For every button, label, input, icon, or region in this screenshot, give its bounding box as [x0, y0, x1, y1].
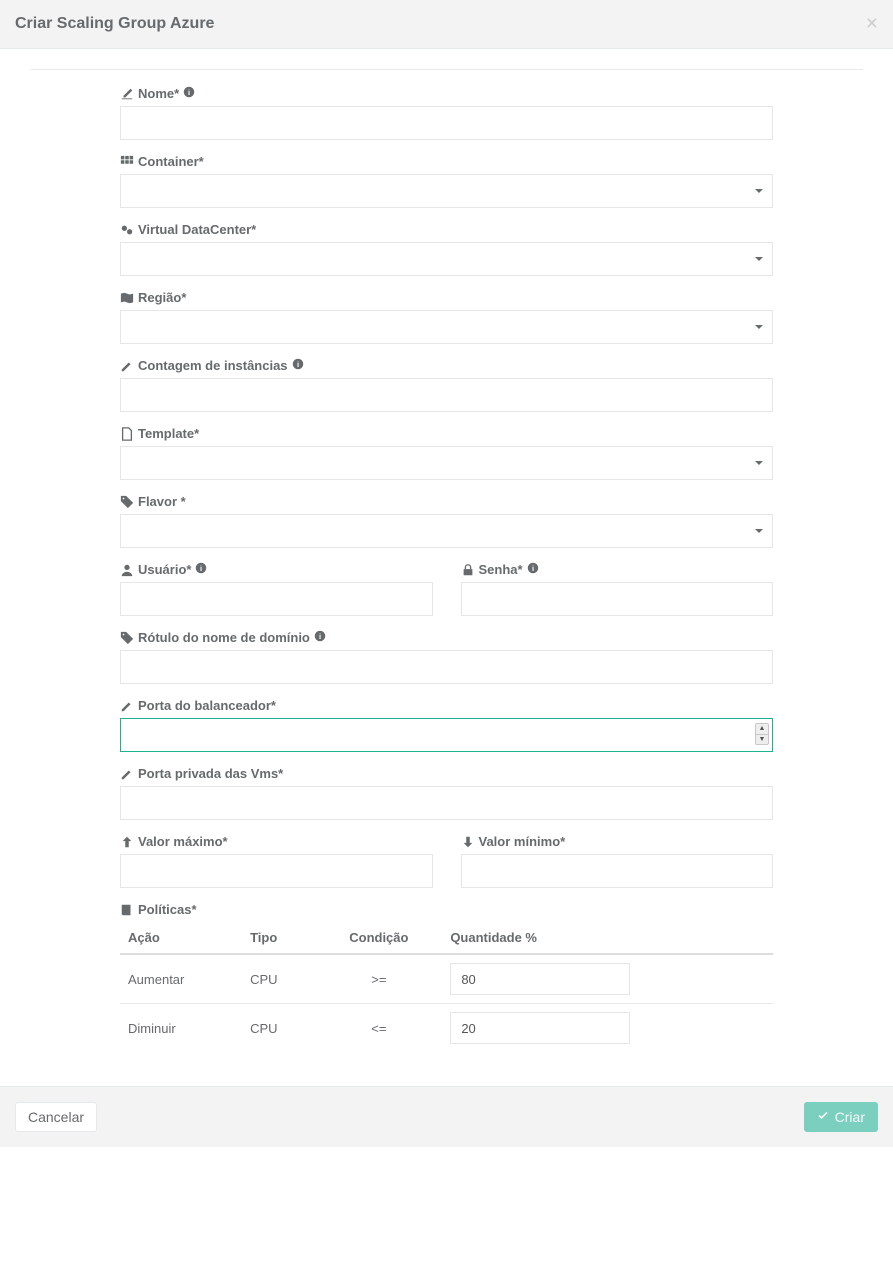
vmport-input[interactable]	[120, 786, 773, 820]
vdc-select[interactable]	[120, 242, 773, 276]
tag-icon	[120, 631, 134, 645]
edit-icon	[120, 87, 134, 101]
domain-label: Rótulo do nome de domínio i	[120, 630, 773, 645]
create-button[interactable]: Criar	[804, 1102, 878, 1132]
close-icon: ×	[866, 12, 878, 35]
domain-input[interactable]	[120, 650, 773, 684]
chevron-down-icon	[755, 325, 763, 329]
amount-input-1[interactable]	[450, 1012, 630, 1044]
user-label: Usuário* i	[120, 562, 433, 577]
col-condition: Condição	[315, 922, 442, 954]
region-label: Região*	[120, 290, 773, 305]
vmport-label: Porta privada das Vms*	[120, 766, 773, 781]
vdc-label: Virtual DataCenter*	[120, 222, 773, 237]
col-action: Ação	[120, 922, 242, 954]
file-icon	[120, 427, 134, 441]
chevron-down-icon	[755, 257, 763, 261]
pencil-icon	[120, 767, 134, 781]
flavor-select[interactable]	[120, 514, 773, 548]
policies-table: Ação Tipo Condição Quantidade % Aumentar…	[120, 922, 773, 1052]
template-select[interactable]	[120, 446, 773, 480]
max-input[interactable]	[120, 854, 433, 888]
instances-label: Contagem de instâncias i	[120, 358, 773, 373]
info-icon: i	[527, 562, 539, 577]
password-input[interactable]	[461, 582, 774, 616]
table-row: Aumentar CPU >=	[120, 954, 773, 1004]
spinner-control[interactable]: ▲ ▼	[755, 723, 769, 745]
info-icon: i	[292, 358, 304, 373]
map-icon	[120, 291, 134, 305]
divider	[30, 69, 863, 70]
modal: Criar Scaling Group Azure × Nome* i	[0, 0, 893, 1147]
grid-icon	[120, 155, 134, 169]
chevron-up-icon[interactable]: ▲	[756, 724, 768, 735]
name-input[interactable]	[120, 106, 773, 140]
col-amount: Quantidade %	[442, 922, 773, 954]
lbport-input[interactable]	[120, 718, 773, 752]
user-input[interactable]	[120, 582, 433, 616]
lock-icon	[461, 563, 475, 577]
min-label: Valor mínimo*	[461, 834, 774, 849]
min-input[interactable]	[461, 854, 774, 888]
arrow-down-icon	[461, 835, 475, 849]
pencil-icon	[120, 359, 134, 373]
max-label: Valor máximo*	[120, 834, 433, 849]
gears-icon	[120, 223, 134, 237]
name-label: Nome* i	[120, 86, 773, 101]
instances-input[interactable]	[120, 378, 773, 412]
chevron-down-icon	[755, 461, 763, 465]
container-select[interactable]	[120, 174, 773, 208]
pencil-icon	[120, 699, 134, 713]
modal-title: Criar Scaling Group Azure	[15, 15, 878, 33]
close-button[interactable]: ×	[866, 12, 878, 36]
modal-footer: Cancelar Criar	[0, 1086, 893, 1147]
svg-text:i: i	[297, 360, 299, 369]
table-row: Diminuir CPU <=	[120, 1004, 773, 1053]
col-type: Tipo	[242, 922, 315, 954]
chevron-down-icon[interactable]: ▼	[756, 735, 768, 745]
region-select[interactable]	[120, 310, 773, 344]
template-label: Template*	[120, 426, 773, 441]
modal-header: Criar Scaling Group Azure ×	[0, 0, 893, 49]
svg-text:i: i	[200, 564, 202, 573]
arrow-up-icon	[120, 835, 134, 849]
lbport-label: Porta do balanceador*	[120, 698, 773, 713]
flavor-label: Flavor *	[120, 494, 773, 509]
svg-text:i: i	[188, 88, 190, 97]
info-icon: i	[314, 630, 326, 645]
book-icon	[120, 903, 134, 917]
info-icon: i	[183, 86, 195, 101]
cancel-button[interactable]: Cancelar	[15, 1102, 97, 1132]
chevron-down-icon	[755, 529, 763, 533]
password-label: Senha* i	[461, 562, 774, 577]
info-icon: i	[195, 562, 207, 577]
user-icon	[120, 563, 134, 577]
check-icon	[817, 1109, 829, 1125]
svg-text:i: i	[319, 632, 321, 641]
svg-text:i: i	[532, 564, 534, 573]
tag-icon	[120, 495, 134, 509]
chevron-down-icon	[755, 189, 763, 193]
amount-input-0[interactable]	[450, 963, 630, 995]
policies-label: Políticas*	[120, 902, 773, 917]
container-label: Container*	[120, 154, 773, 169]
modal-body: Nome* i Container*	[0, 49, 893, 1086]
